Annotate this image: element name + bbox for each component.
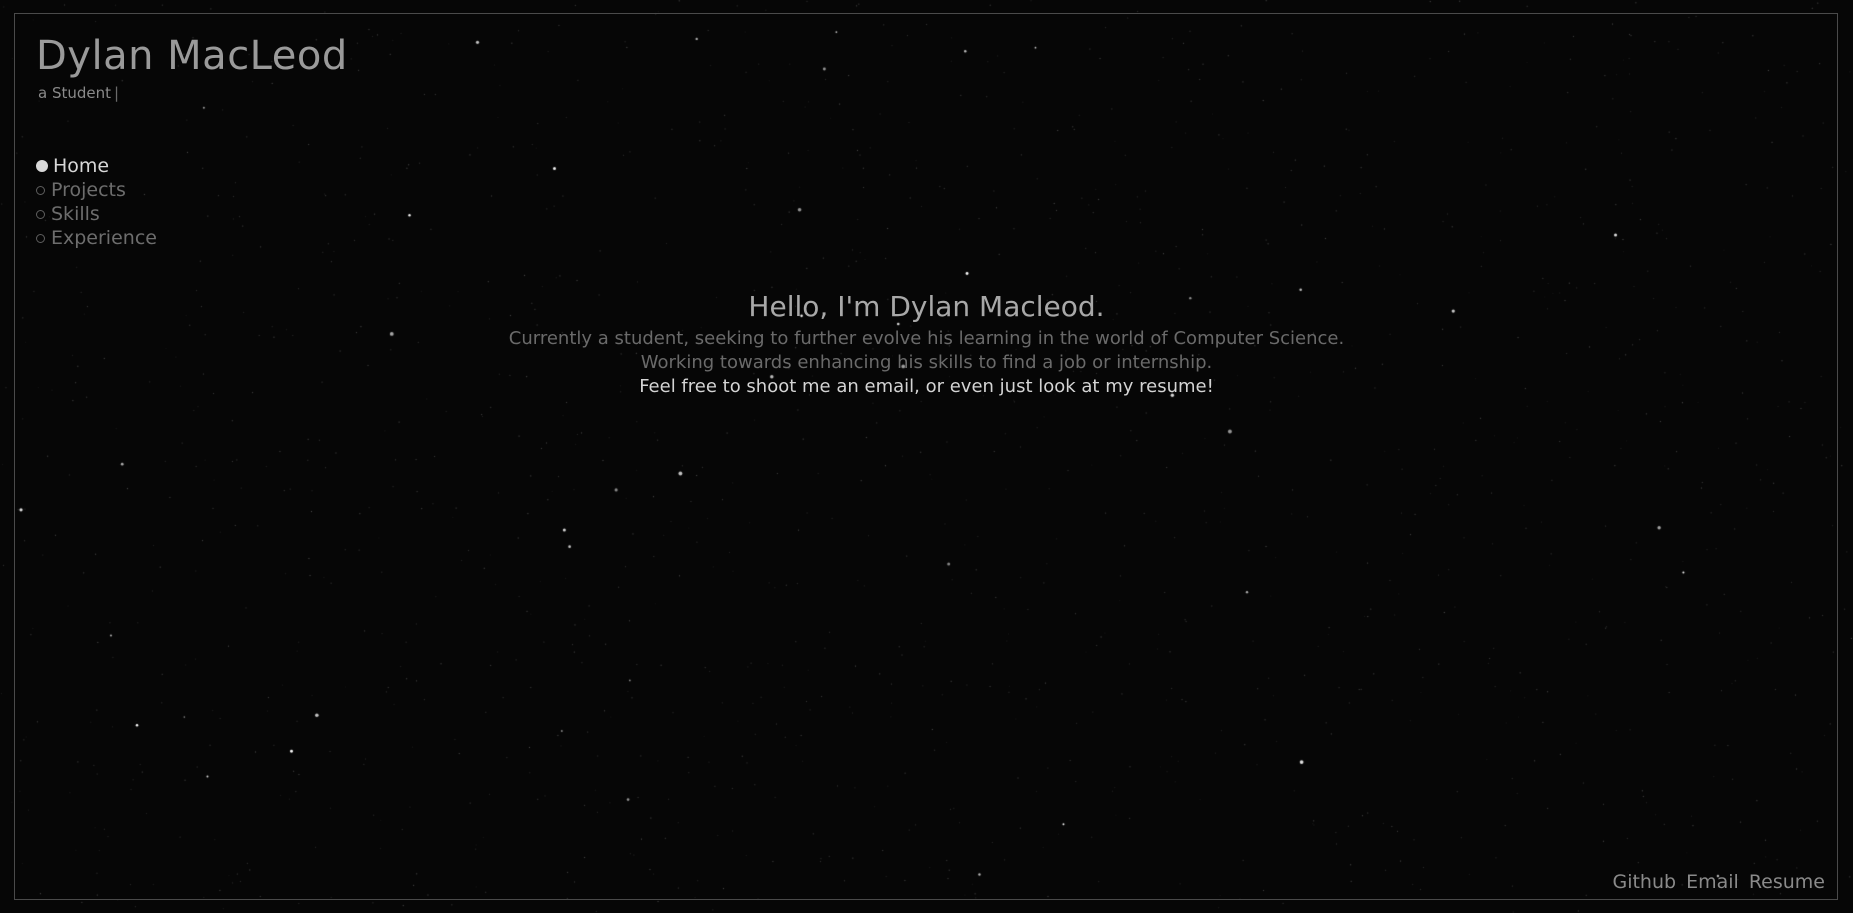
dot-icon [36, 185, 45, 195]
footer-links: Github Email Resume [1612, 871, 1825, 893]
site-title: Dylan MacLeod [36, 33, 348, 79]
email-link[interactable]: Email [1686, 871, 1739, 893]
nav-item-skills[interactable]: Skills [36, 202, 157, 226]
dot-icon [36, 209, 45, 219]
nav-item-label: Projects [51, 179, 126, 201]
nav-item-projects[interactable]: Projects [36, 178, 157, 202]
typing-cursor: | [114, 84, 120, 102]
github-link[interactable]: Github [1612, 871, 1676, 893]
hero-line-3: Feel free to shoot me an email, or even … [639, 376, 1214, 397]
hero-section: Hello, I'm Dylan Macleod. Currently a st… [0, 287, 1853, 399]
page-frame [14, 13, 1838, 900]
nav-item-label: Skills [51, 203, 100, 225]
hero-line-2: Working towards enhancing his skills to … [640, 352, 1213, 373]
nav-item-experience[interactable]: Experience [36, 226, 157, 250]
resume-link[interactable]: Resume [1749, 871, 1825, 893]
nav-item-label: Experience [51, 227, 157, 249]
nav-item-label: Home [53, 155, 110, 177]
nav-item-home[interactable]: Home [36, 154, 157, 178]
page-background: Dylan MacLeod a Student | Home Projects S… [0, 0, 1853, 913]
tagline-text: a Student [38, 84, 112, 102]
hero-line-1: Currently a student, seeking to further … [508, 328, 1345, 349]
tagline: a Student | [38, 84, 119, 102]
active-dot-icon [36, 160, 48, 172]
dot-icon [36, 233, 45, 243]
section-nav: Home Projects Skills Experience [36, 154, 157, 250]
hero-heading: Hello, I'm Dylan Macleod. [748, 290, 1105, 323]
